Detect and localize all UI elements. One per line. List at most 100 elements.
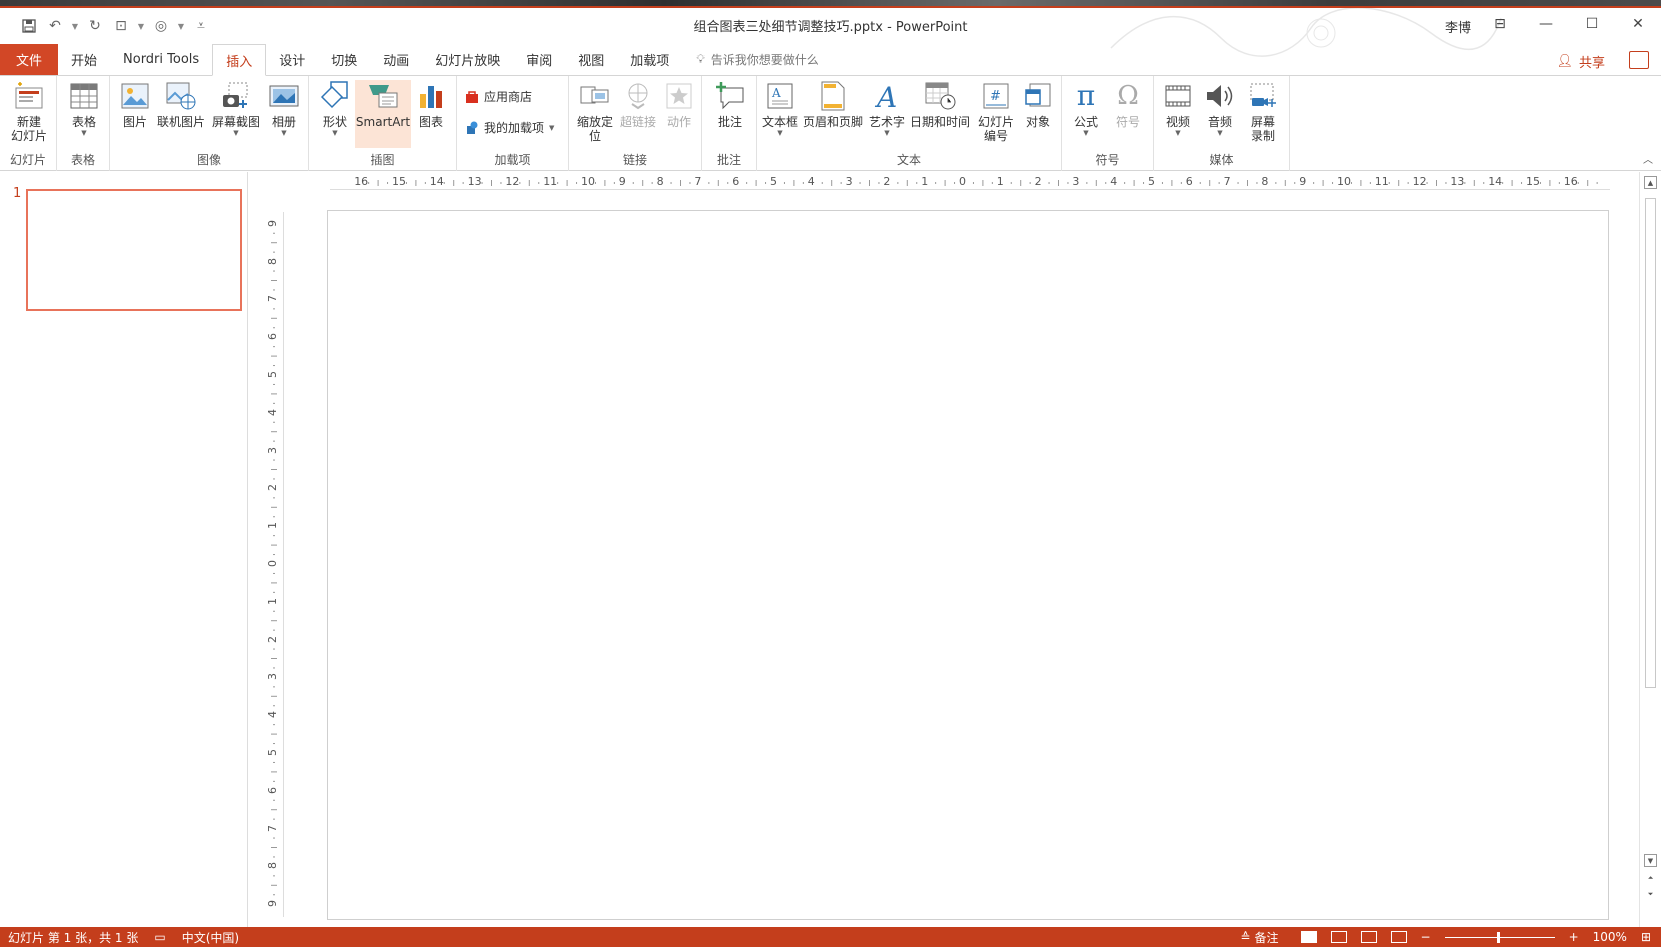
textbox-button[interactable]: A 文本框 ▼ xyxy=(761,80,799,137)
next-slide-icon[interactable]: ⏷ xyxy=(1644,888,1657,901)
ruler-tick-label: 12 xyxy=(1412,175,1427,188)
svg-text:A: A xyxy=(874,81,897,111)
ruler-tick-label: 11 xyxy=(543,175,558,188)
tab-home[interactable]: 开始 xyxy=(58,44,110,75)
ruler-tick-label: 13 xyxy=(467,175,482,188)
album-dropdown-icon: ▼ xyxy=(281,129,287,137)
comment-button[interactable]: 批注 xyxy=(710,80,750,129)
spell-check-icon[interactable]: ▭ xyxy=(146,930,173,944)
tab-design[interactable]: 设计 xyxy=(266,44,318,75)
zoom-slider[interactable] xyxy=(1444,931,1555,943)
wordart-button[interactable]: A 艺术字 ▼ xyxy=(867,80,907,137)
collapse-ribbon-icon[interactable]: ︿ xyxy=(1643,151,1653,166)
ribbon-insert: 新建 幻灯片 幻灯片 表格 ▼ 表格 图片 联机图片 屏幕截图 ▼ 相册 ▼ 图… xyxy=(0,76,1661,171)
ruler-tick-label: 2 xyxy=(1034,175,1042,188)
ruler-tick-label: 6 xyxy=(732,175,740,188)
hyperlink-icon xyxy=(622,80,654,112)
tab-animations[interactable]: 动画 xyxy=(370,44,422,75)
previous-slide-icon[interactable]: ⏶ xyxy=(1644,872,1657,885)
action-star-icon xyxy=(663,80,695,112)
tab-file[interactable]: 文件 xyxy=(0,44,58,75)
ruler-tick-label: 8 xyxy=(266,257,279,265)
datetime-button[interactable]: 日期和时间 xyxy=(909,80,971,129)
equation-button[interactable]: π 公式 ▼ xyxy=(1066,80,1106,138)
symbol-button[interactable]: Ω 符号 xyxy=(1108,80,1148,129)
tell-me-box[interactable]: 💡︎ 告诉我你想要做什么 xyxy=(696,44,818,75)
ruler-tick-label: 5 xyxy=(770,175,777,188)
slide-number-button[interactable]: # 幻灯片 编号 xyxy=(973,80,1019,143)
smartart-icon xyxy=(367,80,399,112)
chart-button[interactable]: 图表 xyxy=(413,80,449,129)
notes-button[interactable]: ≙ 备注 xyxy=(1232,929,1286,946)
screenshot-button[interactable]: 屏幕截图 ▼ xyxy=(210,80,262,137)
slide-canvas[interactable] xyxy=(327,210,1609,920)
tell-me-text: 告诉我你想要做什么 xyxy=(710,53,819,67)
share-button[interactable]: 👤︎ 共享 xyxy=(1556,52,1605,71)
store-button[interactable]: 应用商店 xyxy=(465,88,532,105)
slide-thumbnail[interactable] xyxy=(26,189,242,311)
ruler-tick-label: 1 xyxy=(921,175,929,188)
ruler-tick-label: 7 xyxy=(1223,175,1231,188)
header-footer-icon xyxy=(817,80,849,112)
picture-button[interactable]: 图片 xyxy=(118,80,152,129)
slideshow-icon[interactable] xyxy=(1390,931,1407,943)
slide-sorter-icon[interactable] xyxy=(1330,931,1347,943)
zoom-in-icon[interactable]: + xyxy=(1569,930,1579,944)
tab-transitions[interactable]: 切换 xyxy=(318,44,370,75)
smartart-button[interactable]: SmartArt xyxy=(355,80,411,148)
action-button[interactable]: 动作 xyxy=(661,80,697,129)
tab-review[interactable]: 审阅 xyxy=(513,44,565,75)
tab-insert[interactable]: 插入 xyxy=(212,44,267,76)
zoom-level[interactable]: 100% xyxy=(1593,930,1627,944)
status-right: ≙ 备注 − + 100% ⊞ xyxy=(1232,927,1661,947)
shapes-button[interactable]: 形状 ▼ xyxy=(317,80,353,137)
group-links: 缩放定 位 超链接 动作 链接 xyxy=(569,76,702,171)
zoom-out-icon[interactable]: − xyxy=(1421,930,1431,944)
table-button[interactable]: 表格 ▼ xyxy=(64,80,104,137)
header-footer-button[interactable]: 页眉和页脚 xyxy=(801,80,865,129)
share-label: 共享 xyxy=(1578,56,1605,71)
ruler-tick-label: 4 xyxy=(807,175,815,188)
scroll-down-icon[interactable]: ▼ xyxy=(1644,854,1657,867)
group-label-text: 文本 xyxy=(896,153,921,167)
my-addins-button[interactable]: 我的加载项 ▼ xyxy=(465,119,554,136)
hyperlink-button[interactable]: 超链接 xyxy=(617,80,659,129)
tab-slideshow[interactable]: 幻灯片放映 xyxy=(422,44,513,75)
ruler-tick-label: 9 xyxy=(266,219,279,227)
fit-to-window-icon[interactable]: ⊞ xyxy=(1641,930,1651,944)
screen-recording-icon xyxy=(1247,80,1279,112)
svg-text:#: # xyxy=(990,89,1001,104)
scroll-up-icon[interactable]: ▲ xyxy=(1644,176,1657,189)
ruler-tick-label: 5 xyxy=(1148,175,1155,188)
ruler-tick-label: 3 xyxy=(266,446,279,454)
ruler-tick-label: 8 xyxy=(266,862,279,870)
normal-view-icon[interactable] xyxy=(1300,931,1317,943)
new-slide-button[interactable]: 新建 幻灯片 xyxy=(6,80,52,143)
screen-recording-button[interactable]: 屏幕 录制 xyxy=(1242,80,1284,143)
tab-nordri-tools[interactable]: Nordri Tools xyxy=(110,44,212,75)
audio-button[interactable]: 音频 ▼ xyxy=(1200,80,1240,137)
close-icon[interactable]: ✕ xyxy=(1615,8,1661,40)
scrollbar-thumb[interactable] xyxy=(1645,198,1656,688)
album-button[interactable]: 相册 ▼ xyxy=(266,80,302,137)
tab-view[interactable]: 视图 xyxy=(565,44,617,75)
minimize-icon[interactable]: — xyxy=(1523,8,1569,40)
reading-view-icon[interactable] xyxy=(1360,931,1377,943)
ruler-tick-label: 5 xyxy=(266,371,279,378)
tab-addins[interactable]: 加载项 xyxy=(617,44,682,75)
object-button[interactable]: 对象 xyxy=(1019,80,1057,129)
comments-icon[interactable] xyxy=(1629,51,1649,69)
maximize-icon[interactable]: ☐ xyxy=(1569,8,1615,40)
picture-icon xyxy=(119,80,151,112)
zoom-button[interactable]: 缩放定 位 xyxy=(574,80,616,143)
vertical-scrollbar[interactable]: ▲ ▼ ⏶ ⏷ xyxy=(1639,172,1661,927)
ribbon-display-options-icon[interactable]: ⊟ xyxy=(1477,8,1523,40)
video-button[interactable]: 视频 ▼ xyxy=(1158,80,1198,137)
ruler-tick-label: 0 xyxy=(959,175,966,188)
online-picture-button[interactable]: 联机图片 xyxy=(156,80,206,129)
ruler-tick-label: 3 xyxy=(1072,175,1080,188)
group-label-addins: 加载项 xyxy=(494,153,531,167)
language-indicator[interactable]: 中文(中国) xyxy=(174,929,247,946)
user-name[interactable]: 李博 xyxy=(1445,17,1471,36)
ruler-tick-label: 6 xyxy=(266,333,279,341)
